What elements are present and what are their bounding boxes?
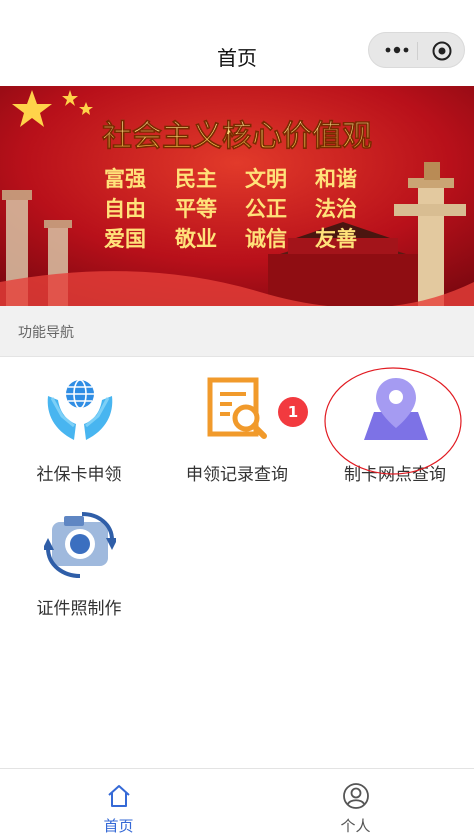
banner-heading: 社会主义核心价值观 xyxy=(102,119,372,154)
value-hexie: 和谐 xyxy=(315,167,357,191)
tile-label: 制卡网点查询 xyxy=(344,465,446,485)
tile-label: 社保卡申领 xyxy=(36,465,122,485)
camera-photo-icon xyxy=(44,512,116,578)
value-gongzheng: 公正 xyxy=(245,197,287,221)
value-youshan: 友善 xyxy=(315,227,357,251)
value-fazhi: 法治 xyxy=(315,197,357,221)
tab-label: 个人 xyxy=(340,817,371,835)
hands-globe-icon xyxy=(47,379,113,440)
section-label: 功能导航 xyxy=(18,325,74,341)
tile-card-outlet-query[interactable]: 制卡网点查询 xyxy=(316,374,474,494)
tab-profile[interactable]: 个人 xyxy=(237,769,474,840)
mini-program-capsule xyxy=(368,32,465,68)
user-profile-icon xyxy=(343,783,369,809)
tile-application-record-query[interactable]: 申领记录查询 xyxy=(158,374,316,494)
value-pingdeng: 平等 xyxy=(175,197,217,221)
tile-label: 申领记录查询 xyxy=(186,465,288,485)
document-search-icon xyxy=(207,377,267,439)
close-mini-program-icon[interactable] xyxy=(431,40,453,62)
banner-image: 社会主义核心价值观 富强 民主 文明 和谐 自由 平等 公正 法治 爱国 敬业 … xyxy=(0,86,474,306)
home-icon xyxy=(108,785,130,807)
tile-label: 证件照制作 xyxy=(36,599,122,619)
navigation-bar: 首页 xyxy=(0,0,474,86)
value-chengxin: 诚信 xyxy=(245,227,287,251)
value-minzhu: 民主 xyxy=(175,167,217,191)
value-ziyou: 自由 xyxy=(104,197,146,221)
value-jingye: 敬业 xyxy=(174,227,217,251)
value-wenming: 文明 xyxy=(245,167,287,191)
more-options-icon[interactable] xyxy=(383,42,411,58)
capsule-divider xyxy=(417,42,418,60)
notification-badge: 1 xyxy=(278,397,308,427)
core-values-banner[interactable]: 社会主义核心价值观 富强 民主 文明 和谐 自由 平等 公正 法治 爱国 敬业 … xyxy=(0,86,474,306)
tab-label: 首页 xyxy=(103,817,134,835)
tab-home[interactable]: 首页 xyxy=(0,769,237,840)
section-header: 功能导航 xyxy=(0,306,474,357)
value-fuqiang: 富强 xyxy=(104,167,146,191)
tile-id-photo-making[interactable]: 证件照制作 xyxy=(0,508,158,628)
tile-social-security-card-apply[interactable]: 社保卡申领 xyxy=(0,374,158,494)
value-aiguo: 爱国 xyxy=(104,227,146,251)
tab-bar: 首页 个人 xyxy=(0,768,474,840)
map-location-pin-icon xyxy=(364,378,428,440)
